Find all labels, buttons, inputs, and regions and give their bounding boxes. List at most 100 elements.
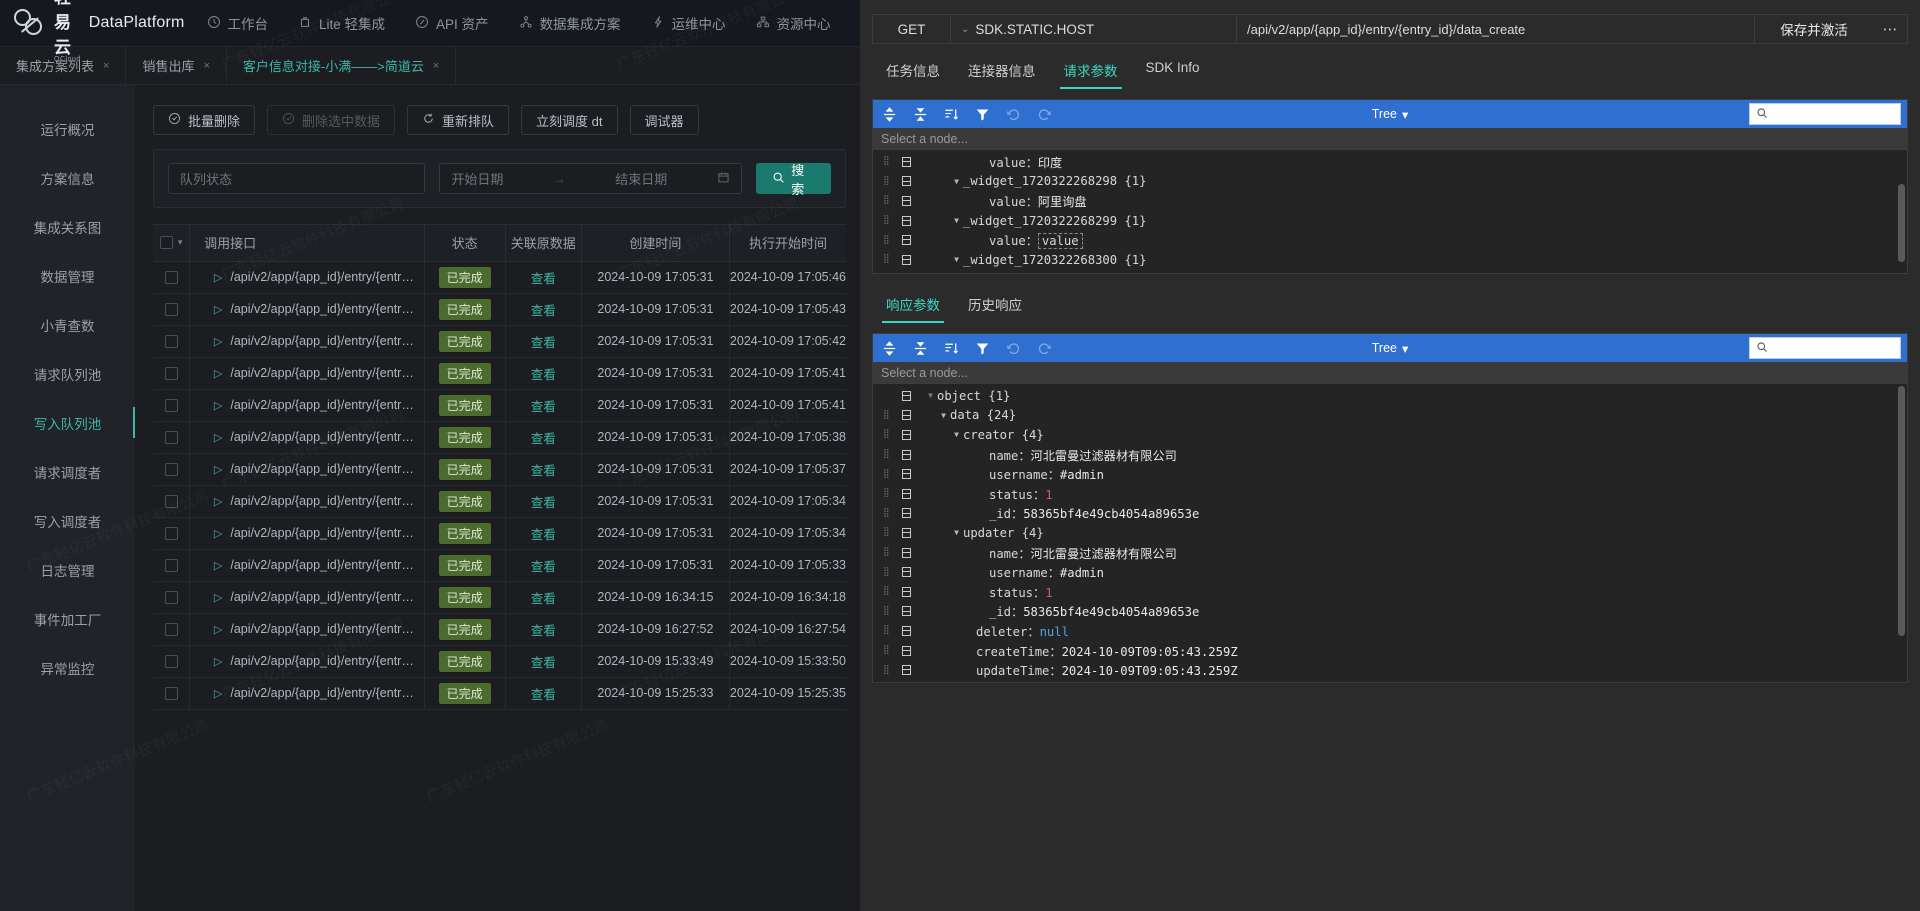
play-icon[interactable]: ▷ — [214, 464, 222, 476]
drag-handle-icon[interactable]: ⣿ — [883, 216, 894, 225]
json-value[interactable]: 阿里询盘 — [1038, 195, 1087, 209]
row-checkbox[interactable] — [164, 271, 178, 285]
view-link[interactable]: 查看 — [531, 592, 556, 606]
drag-handle-icon[interactable]: ⣿ — [883, 665, 894, 675]
view-link[interactable]: 查看 — [531, 656, 556, 670]
view-link[interactable]: 查看 — [531, 464, 556, 478]
table-row[interactable]: ▷ /api/v2/app/{app_id}/entry/{entr… 已完成 查看 2… — [153, 453, 846, 486]
host-select[interactable]: ⌄ SDK.STATIC.HOST — [951, 15, 1237, 43]
row-checkbox[interactable] — [164, 527, 178, 541]
tab-response-params[interactable]: 响应参数 — [872, 290, 954, 323]
drag-handle-icon[interactable]: ⣿ — [883, 626, 894, 635]
view-link[interactable]: 查看 — [531, 688, 556, 702]
expand-toggle-icon[interactable]: ▼ — [950, 255, 963, 264]
expand-all-icon[interactable] — [881, 340, 898, 357]
batch-delete-button[interactable]: 批量删除 — [153, 105, 256, 135]
table-row[interactable]: ▷ /api/v2/app/{app_id}/entry/{entr… 已完成 查看 2… — [153, 677, 846, 710]
sidebar-item-overview[interactable]: 运行概况 — [0, 107, 135, 150]
sort-icon[interactable] — [943, 340, 960, 357]
json-value[interactable]: 1 — [1045, 488, 1052, 502]
table-row[interactable]: ▷ /api/v2/app/{app_id}/entry/{entr… 已完成 查看 2… — [153, 613, 846, 646]
json-tree-row[interactable]: ⣿ username：#admin — [873, 562, 1907, 582]
tab-sdk-info[interactable]: SDK Info — [1132, 56, 1214, 89]
play-icon[interactable]: ▷ — [214, 368, 222, 380]
drag-handle-icon[interactable]: ⣿ — [883, 176, 894, 186]
more-options-button[interactable]: ⋯ — [1873, 15, 1907, 43]
drag-handle-icon[interactable]: ⣿ — [883, 196, 894, 205]
json-tree-row[interactable]: ⣿ value：印度 — [873, 152, 1907, 172]
chevron-down-icon[interactable]: ▾ — [178, 237, 183, 248]
json-tree-row[interactable]: ⣿ username：#admin — [873, 464, 1907, 484]
row-checkbox[interactable] — [164, 335, 178, 349]
row-checkbox-cell[interactable] — [153, 549, 191, 582]
tab-customer-info-sync[interactable]: 客户信息对接-小满——>简道云 × — [227, 47, 457, 84]
sidebar-item-data-management[interactable]: 数据管理 — [0, 254, 135, 297]
play-icon[interactable]: ▷ — [214, 624, 222, 636]
table-row[interactable]: ▷ /api/v2/app/{app_id}/entry/{entr… 已完成 查看 2… — [153, 645, 846, 678]
json-tree-row[interactable]: ▼ object {1} — [873, 386, 1907, 406]
request-json-tree[interactable]: ⣿ value：印度 ⣿ ▼ _widget_1720322268298 {1} ⣿ val… — [873, 150, 1907, 273]
view-link[interactable]: 查看 — [531, 336, 556, 350]
row-checkbox[interactable] — [164, 431, 178, 445]
nav-item-data-integration[interactable]: 数据集成方案 — [519, 13, 621, 33]
expand-all-icon[interactable] — [881, 106, 898, 123]
json-value[interactable]: 河北雷曼过滤器材有限公司 — [1031, 547, 1177, 561]
sidebar-item-relation-graph[interactable]: 集成关系图 — [0, 205, 135, 248]
sidebar-item-write-queue-pool[interactable]: 写入队列池 — [0, 401, 135, 444]
drag-handle-icon[interactable]: ⣿ — [883, 489, 894, 498]
drag-handle-icon[interactable]: ⣿ — [883, 508, 894, 518]
calendar-icon[interactable] — [717, 171, 730, 187]
table-row[interactable]: ▷ /api/v2/app/{app_id}/entry/{entr… 已完成 查看 2… — [153, 261, 846, 294]
expand-toggle-icon[interactable]: ▼ — [950, 430, 963, 439]
json-tree-row[interactable]: ⣿ updateTime：2024-10-09T09:05:43.259Z — [873, 660, 1907, 680]
row-checkbox-cell[interactable] — [153, 357, 191, 390]
view-link[interactable]: 查看 — [531, 496, 556, 510]
view-link[interactable]: 查看 — [531, 528, 556, 542]
table-row[interactable]: ▷ /api/v2/app/{app_id}/entry/{entr… 已完成 查看 2… — [153, 421, 846, 454]
play-icon[interactable]: ▷ — [214, 432, 222, 444]
sidebar-item-request-queue-pool[interactable]: 请求队列池 — [0, 352, 135, 395]
json-tree-row[interactable]: ⣿ name：河北雷曼过滤器材有限公司 — [873, 543, 1907, 563]
row-checkbox-cell[interactable] — [153, 485, 191, 518]
view-link[interactable]: 查看 — [531, 432, 556, 446]
date-range-picker[interactable]: 开始日期 → 结束日期 — [439, 163, 743, 194]
search-button[interactable]: 搜索 — [756, 163, 831, 197]
table-row[interactable]: ▷ /api/v2/app/{app_id}/entry/{entr… 已完成 查看 2… — [153, 293, 846, 326]
drag-handle-icon[interactable]: ⣿ — [883, 469, 894, 479]
row-checkbox[interactable] — [164, 367, 178, 381]
tab-response-history[interactable]: 历史响应 — [954, 290, 1036, 323]
view-link[interactable]: 查看 — [531, 304, 556, 318]
editor-mode-select[interactable]: Tree ▾ — [1372, 107, 1409, 122]
sidebar-item-exception-monitor[interactable]: 异常监控 — [0, 646, 135, 689]
editor-node-path[interactable]: Select a node... — [873, 362, 1907, 384]
row-checkbox[interactable] — [164, 399, 178, 413]
json-value[interactable]: #admin — [1060, 566, 1104, 580]
nav-item-lite[interactable]: Lite 轻集成 — [298, 13, 385, 33]
vertical-scrollbar[interactable] — [1898, 386, 1905, 636]
drag-handle-icon[interactable]: ⣿ — [883, 548, 894, 557]
expand-toggle-icon[interactable]: ▼ — [924, 391, 937, 400]
row-checkbox-cell[interactable] — [153, 293, 191, 326]
select-all-header[interactable]: ▾ — [153, 225, 191, 262]
sidebar-item-event-factory[interactable]: 事件加工厂 — [0, 597, 135, 640]
json-tree-row[interactable]: ⣿ ▼ updater {4} — [873, 523, 1907, 543]
table-row[interactable]: ▷ /api/v2/app/{app_id}/entry/{entr… 已完成 查看 2… — [153, 325, 846, 358]
close-icon[interactable]: × — [103, 60, 109, 72]
play-icon[interactable]: ▷ — [214, 592, 222, 604]
view-link[interactable]: 查看 — [531, 560, 556, 574]
json-value[interactable]: 印度 — [1038, 156, 1062, 170]
table-row[interactable]: ▷ /api/v2/app/{app_id}/entry/{entr… 已完成 查看 2… — [153, 485, 846, 518]
json-tree-row[interactable]: ⣿value：未分组 — [873, 270, 1907, 273]
drag-handle-icon[interactable]: ⣿ — [883, 646, 894, 655]
nav-item-resource-center[interactable]: 资源中心 — [756, 13, 831, 33]
play-icon[interactable]: ▷ — [214, 688, 222, 700]
json-value[interactable]: 河北雷曼过滤器材有限公司 — [1031, 449, 1177, 463]
view-link[interactable]: 查看 — [531, 624, 556, 638]
sidebar-item-request-scheduler[interactable]: 请求调度者 — [0, 450, 135, 493]
drag-handle-icon[interactable]: ⣿ — [883, 587, 894, 596]
expand-toggle-icon[interactable]: ▼ — [950, 216, 963, 225]
schedule-now-button[interactable]: 立刻调度 dt — [521, 105, 618, 135]
drag-handle-icon[interactable]: ⣿ — [883, 255, 894, 264]
close-icon[interactable]: × — [433, 60, 439, 72]
play-icon[interactable]: ▷ — [214, 528, 222, 540]
